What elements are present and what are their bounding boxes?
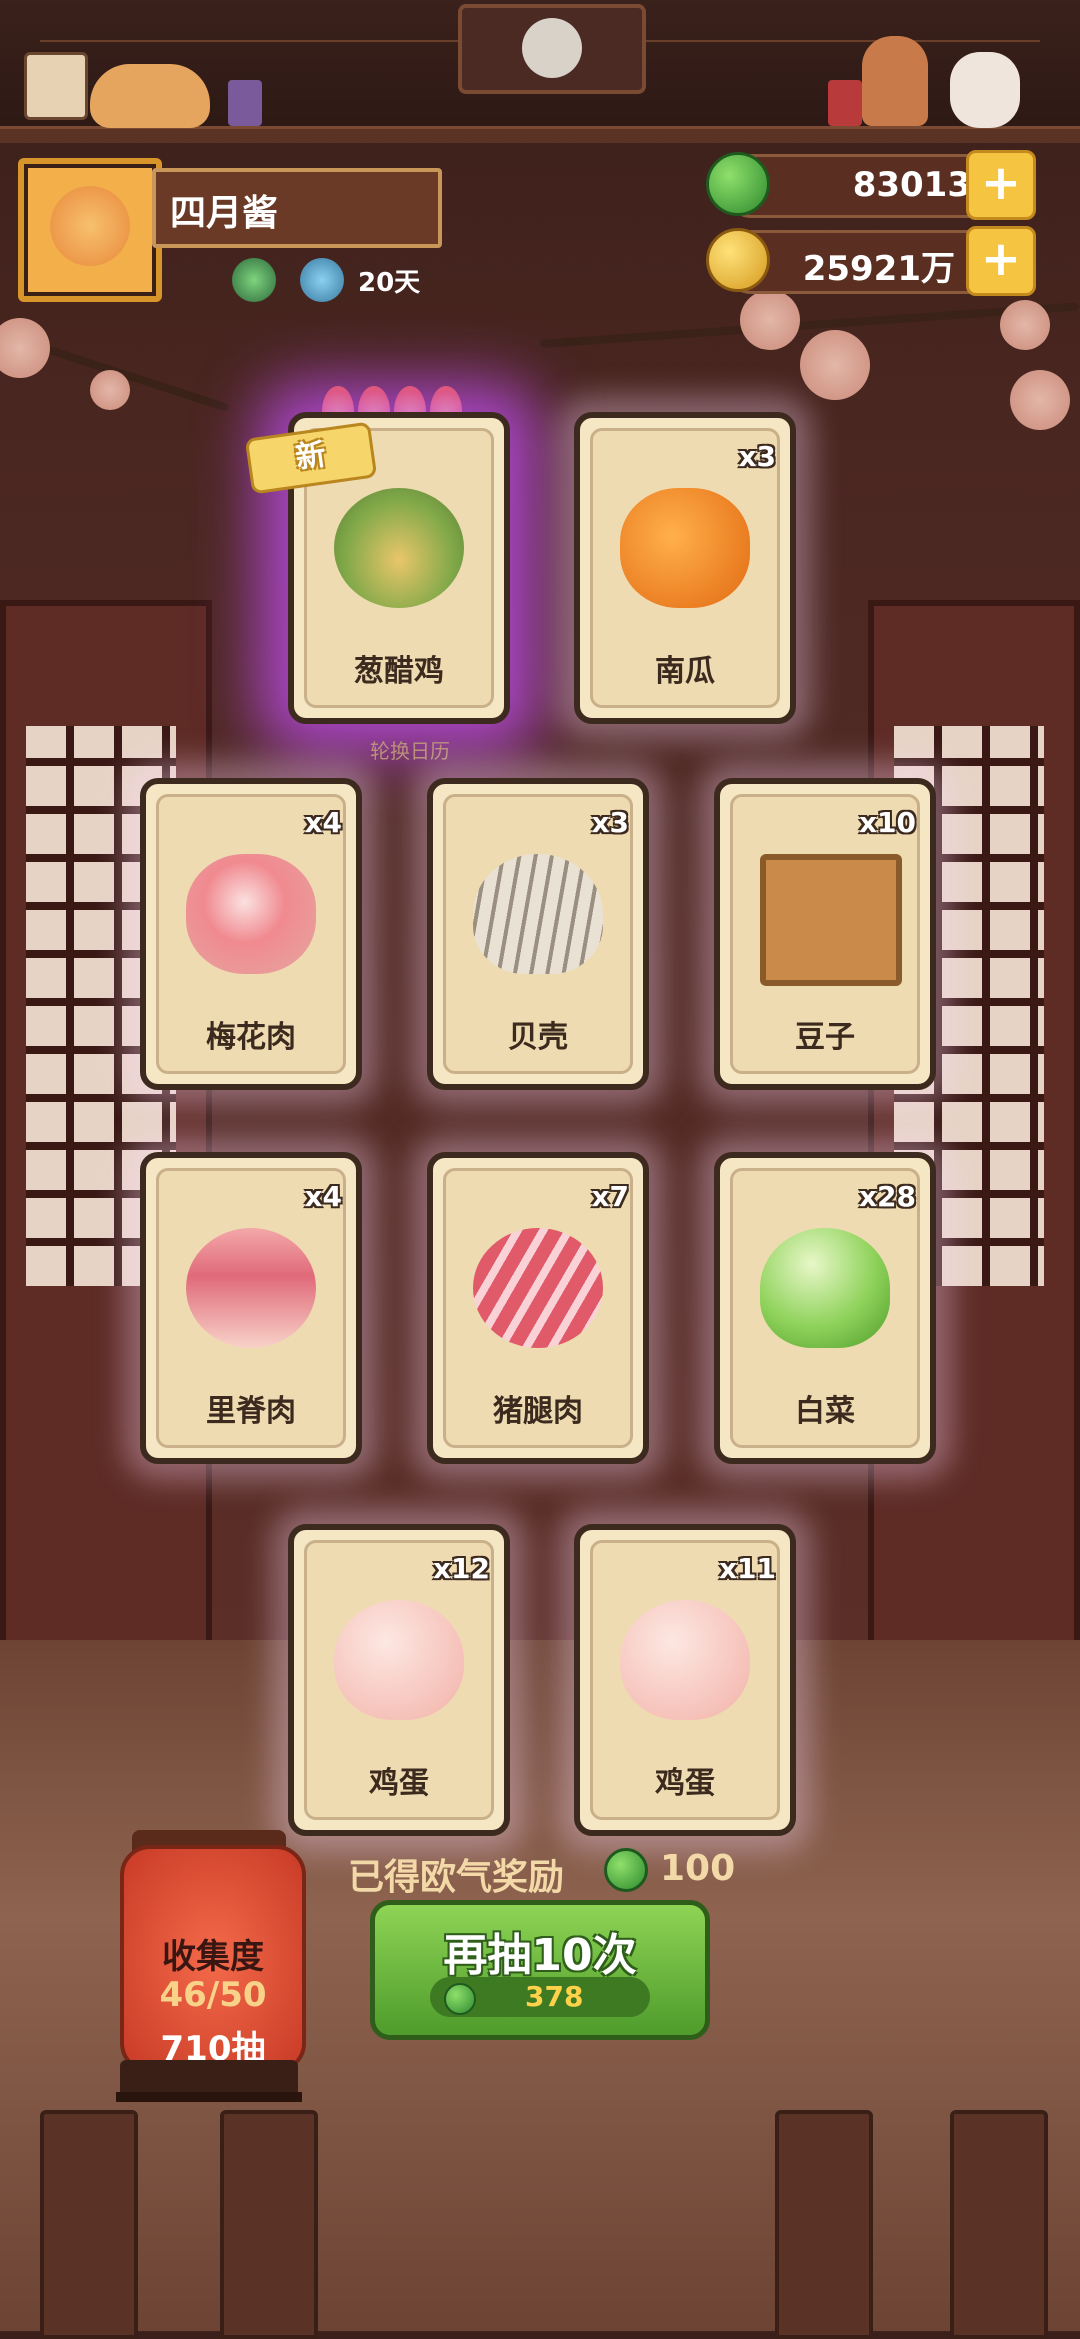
player-name-box[interactable]: 四月酱 [152,168,442,248]
card-beans[interactable]: x10 豆子 [714,778,936,1090]
meat-icon [186,854,316,974]
vip-badge-icon[interactable] [300,258,344,302]
sleeping-cat-icon [90,64,210,128]
fence-post [220,2110,318,2339]
fence-post [775,2110,873,2339]
card-name: 鸡蛋 [369,1766,429,1801]
card-name: 白菜 [795,1394,855,1429]
hanging-scroll[interactable] [458,4,646,94]
jade-icon [604,1848,648,1892]
draw-cost: 378 [430,1977,650,2017]
card-pork-shoulder[interactable]: x4 梅花肉 [140,778,362,1090]
jade-icon [444,1983,476,2015]
card-count: x7 [591,1180,629,1213]
gold-coin-icon [706,228,770,292]
card-name: 葱醋鸡 [354,654,444,689]
card-pumpkin[interactable]: x3 南瓜 [574,412,796,724]
beans-icon [760,854,902,986]
right-door [868,600,1080,1652]
add-jade-button[interactable]: + [966,150,1036,220]
draw-cost-amount: 378 [525,1980,584,2013]
cabbage-icon [760,1228,890,1348]
card-shell[interactable]: x3 贝壳 [427,778,649,1090]
cat-chef-icon [522,18,582,78]
card-count: x11 [718,1552,776,1585]
card-egg[interactable]: x11 鸡蛋 [574,1524,796,1836]
draw-ten-label: 再抽10次 [443,1930,637,1981]
jade-amount: 83013 [852,165,971,205]
card-count: x4 [304,1180,342,1213]
login-days: 20天 [358,268,421,298]
lantern-stand [116,2092,302,2102]
card-name: 梅花肉 [206,1020,296,1055]
dish-icon [334,488,464,608]
shelf-edge [0,126,1080,143]
blossom-icon [1010,370,1070,430]
card-pork-leg[interactable]: x7 猪腿肉 [427,1152,649,1464]
white-cat-icon [950,52,1020,128]
card-name: 里脊肉 [206,1394,296,1429]
card-count: x4 [304,806,342,839]
pot-icon [228,80,262,126]
card-tenderloin[interactable]: x4 里脊肉 [140,1152,362,1464]
tenderloin-icon [186,1228,316,1348]
blossom-icon [90,370,130,410]
card-name: 鸡蛋 [655,1766,715,1801]
fence-post [40,2110,138,2339]
luck-reward-amount: 100 [660,1848,736,1889]
blossom-icon [1000,300,1050,350]
card-name: 南瓜 [655,654,715,689]
player-avatar[interactable] [18,158,162,302]
card-cabbage[interactable]: x28 白菜 [714,1152,936,1464]
blossom-icon [740,290,800,350]
fence-post [950,2110,1048,2339]
blossom-icon [0,318,50,378]
card-egg[interactable]: x12 鸡蛋 [288,1524,510,1836]
card-name: 猪腿肉 [493,1394,583,1429]
card-name: 豆子 [795,1020,855,1055]
pumpkin-icon [620,488,750,608]
coin-amount: 25921万 [802,249,955,289]
jade-icon [706,152,770,216]
card-count: x10 [858,806,916,839]
paw-frame-icon [24,52,88,120]
luck-reward-label: 已得欧气奖励 [348,1857,565,1898]
shell-icon [473,854,603,974]
red-pot-icon [828,80,862,126]
egg-icon [334,1600,464,1720]
collection-lantern[interactable]: 收集度 46/50 710抽 [120,1845,306,2073]
card-count: x12 [432,1552,490,1585]
tiger-cat-avatar-icon [50,186,130,266]
blossom-icon [800,330,870,400]
girl-figure-icon [862,36,928,126]
add-coins-button[interactable]: + [966,226,1036,296]
guild-badge-icon[interactable] [232,258,276,302]
card-count: x3 [738,440,776,473]
player-name: 四月酱 [170,193,279,234]
left-door [0,600,212,1652]
card-count: x3 [591,806,629,839]
card-count: x28 [858,1180,916,1213]
collection-progress: 46/50 [159,1975,267,2015]
card-name: 贝壳 [508,1020,568,1055]
draw-ten-again-button[interactable]: 再抽10次 378 [370,1900,710,2040]
collection-title: 收集度 [162,1937,264,1977]
pork-leg-icon [473,1228,603,1348]
egg-icon [620,1600,750,1720]
rotate-calendar-label[interactable]: 轮换日历 [370,735,450,764]
